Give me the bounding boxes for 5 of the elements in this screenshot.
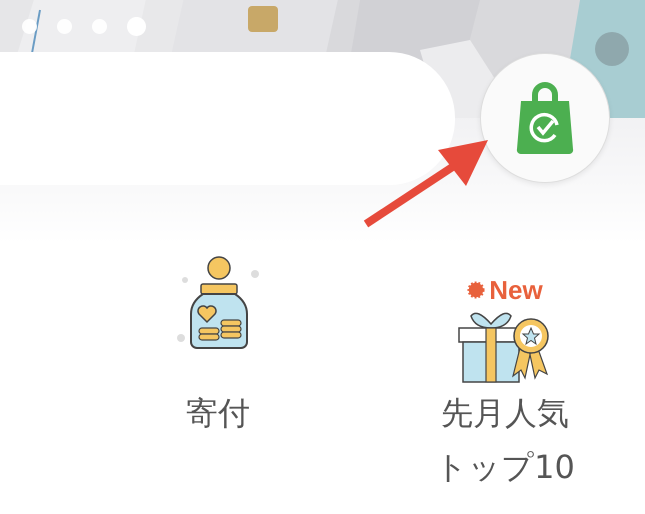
new-badge: New	[467, 276, 543, 304]
search-bar[interactable]	[0, 52, 455, 185]
menu-item-label[interactable]: 先月人気トップ10	[434, 386, 576, 494]
menu-item-label[interactable]: 寄付	[148, 386, 288, 440]
shopping-bag-check-icon	[515, 81, 575, 155]
